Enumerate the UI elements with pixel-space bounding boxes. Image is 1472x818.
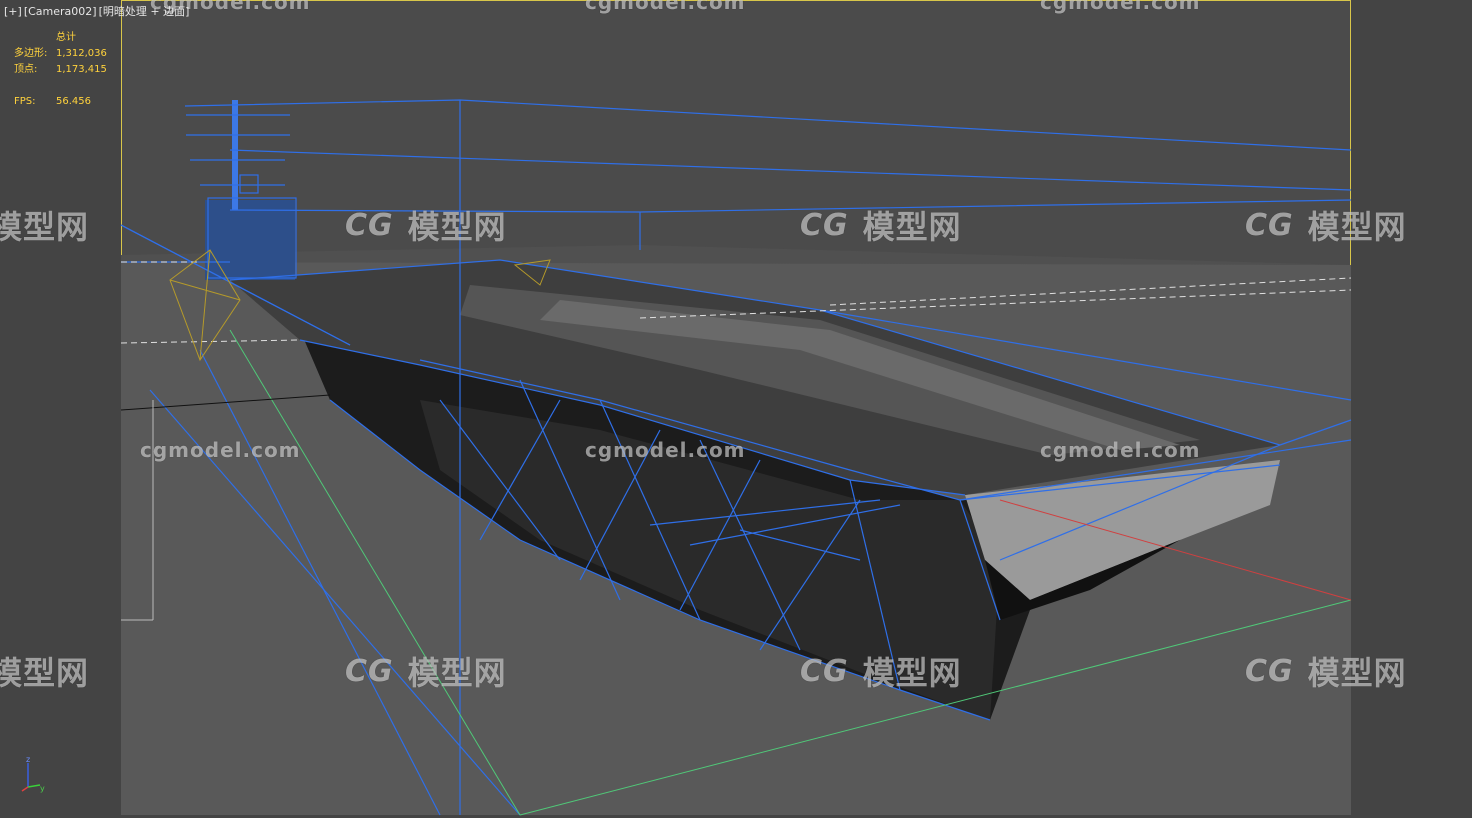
watermark-logo: CG 模型网	[800, 207, 962, 247]
3d-scene[interactable]	[0, 0, 1472, 818]
watermark-url: cgmodel.com	[1040, 0, 1201, 14]
fps-label: FPS:	[14, 96, 36, 107]
viewport-label[interactable]: [+] [Camera002] [明暗处理 + 边面]	[4, 3, 191, 19]
watermark-logo: 模型网	[0, 208, 90, 246]
watermark-url: cgmodel.com	[585, 0, 746, 14]
stats-header: 总计	[56, 32, 76, 43]
watermark-logo: CG 模型网	[1245, 653, 1407, 693]
vertices-value: 1,173,415	[56, 64, 107, 75]
watermark-logo: CG 模型网	[1245, 207, 1407, 247]
stats-overlay: 总计 多边形: 1,312,036 顶点: 1,173,415 FPS: 56.456	[14, 30, 107, 110]
axis-gizmo: z y	[21, 755, 45, 793]
watermark-logo: 模型网	[0, 654, 90, 692]
viewport-menu-plus[interactable]: [+]	[4, 5, 22, 18]
watermark-logo: CG 模型网	[345, 207, 507, 247]
watermark-logo: CG 模型网	[800, 653, 962, 693]
island-mast	[232, 100, 238, 210]
axis-z-label: z	[26, 755, 30, 764]
viewport-camera-menu[interactable]: [Camera002]	[24, 5, 97, 18]
fps-value: 56.456	[56, 96, 91, 107]
horizon-strip	[121, 245, 1351, 265]
axis-y-label: y	[40, 784, 45, 793]
watermark-url: cgmodel.com	[1040, 438, 1201, 462]
camera-viewport[interactable]: 模型网 CG 模型网 CG 模型网 CG 模型网 模型网 CG 模型网 CG 模型网 CG…	[0, 0, 1472, 818]
vertices-label: 顶点:	[14, 64, 38, 75]
island-tower	[205, 200, 295, 280]
viewport-shading-menu[interactable]: [明暗处理 + 边面]	[99, 5, 190, 18]
watermark-url: cgmodel.com	[140, 438, 301, 462]
polygons-label: 多边形:	[14, 48, 48, 59]
watermark-logo: CG 模型网	[345, 653, 507, 693]
watermark-url: cgmodel.com	[585, 438, 746, 462]
polygons-value: 1,312,036	[56, 48, 107, 59]
